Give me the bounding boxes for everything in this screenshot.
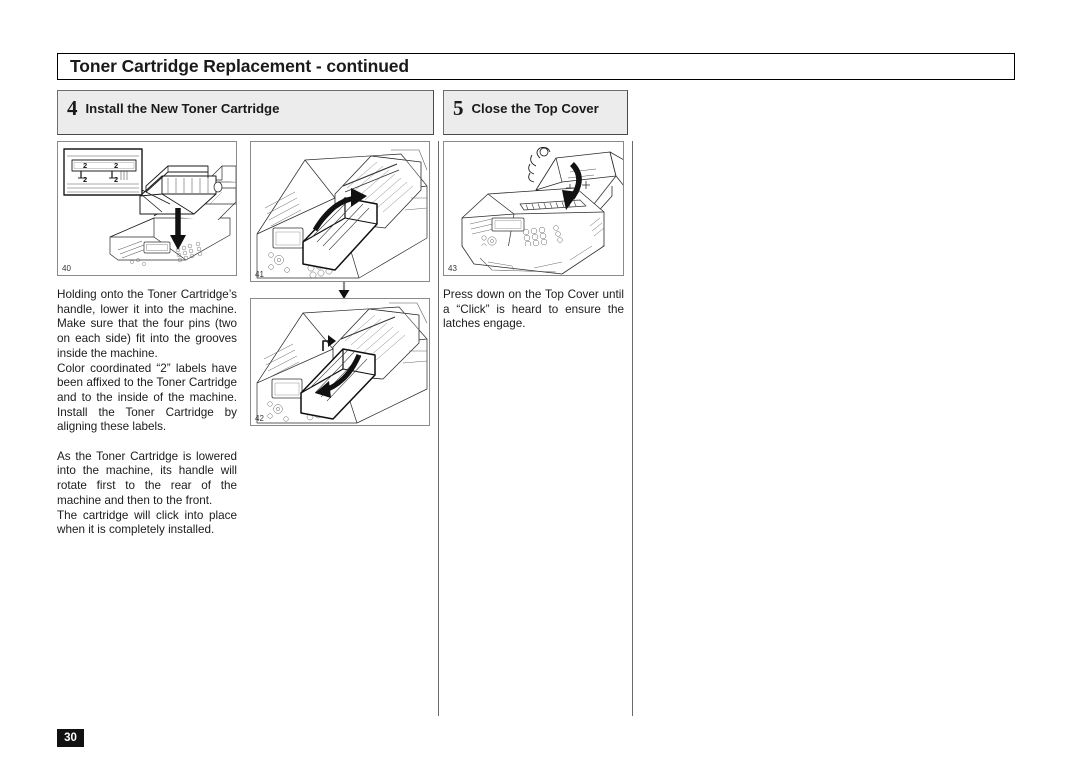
column-divider-left bbox=[438, 141, 439, 716]
figure-number-42: 42 bbox=[255, 414, 264, 423]
figure-40: 2 2 2 2 40 bbox=[57, 141, 237, 276]
inset-label-2-top-left: 2 bbox=[83, 161, 87, 170]
page-title-bar: Toner Cartridge Replacement - continued bbox=[57, 53, 1015, 80]
figure-number-40: 40 bbox=[62, 264, 71, 273]
figure-43: 43 bbox=[443, 141, 624, 276]
step-header-4: 4 Install the New Toner Cartridge bbox=[57, 90, 434, 135]
figure-42: 42 bbox=[250, 298, 430, 426]
paragraph: As the Toner Cartridge is lowered into t… bbox=[57, 449, 237, 507]
figure-number-43: 43 bbox=[448, 264, 457, 273]
column-divider-right bbox=[632, 141, 633, 716]
figure-number-41: 41 bbox=[255, 270, 264, 279]
page-number-badge: 30 bbox=[57, 729, 84, 747]
step-label-4: Install the New Toner Cartridge bbox=[85, 101, 280, 116]
step-label-5: Close the Top Cover bbox=[471, 101, 599, 116]
flow-arrow-down bbox=[337, 282, 351, 299]
paragraph: Color coordinated “2” labels have been a… bbox=[57, 361, 237, 434]
paragraph: Holding onto the Toner Cartridge’s handl… bbox=[57, 288, 237, 360]
inset-label-2-bottom-left: 2 bbox=[83, 175, 87, 184]
step-number-5: 5 bbox=[453, 96, 464, 120]
paragraph: The cartridge will click into place when… bbox=[57, 508, 237, 537]
figure-41: 41 bbox=[250, 141, 430, 282]
step-number-4: 4 bbox=[67, 96, 78, 120]
step-4-body-text: Holding onto the Toner Cartridge’s handl… bbox=[57, 288, 237, 538]
paragraph: Press down on the Top Cover until a “Cli… bbox=[443, 288, 624, 331]
step-header-5: 5 Close the Top Cover bbox=[443, 90, 628, 135]
inset-label-2-bottom-right: 2 bbox=[114, 175, 118, 184]
inset-label-2-top-right: 2 bbox=[114, 161, 118, 170]
page-title: Toner Cartridge Replacement - continued bbox=[70, 56, 410, 76]
step-5-body-text: Press down on the Top Cover until a “Cli… bbox=[443, 288, 624, 332]
